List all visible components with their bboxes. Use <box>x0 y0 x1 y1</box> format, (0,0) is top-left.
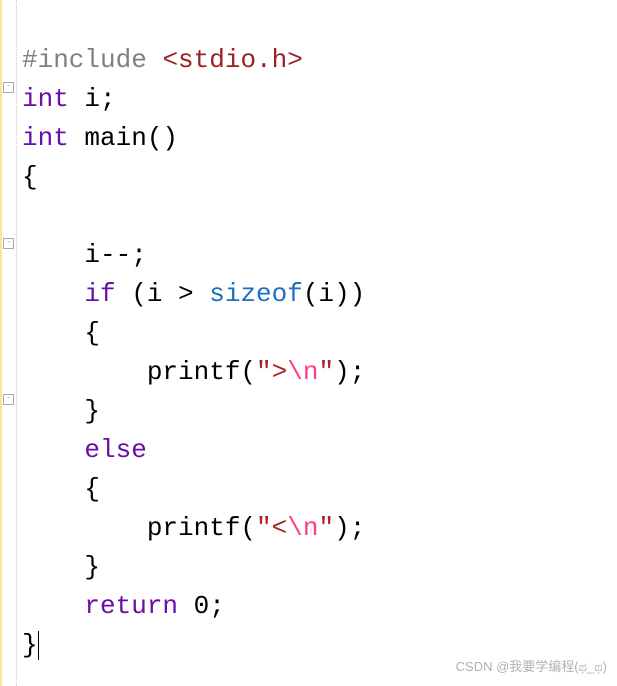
line-7: if (i > sizeof(i)) <box>22 279 365 309</box>
else-keyword: else <box>22 435 147 465</box>
line-9: printf(">\n"); <box>22 357 365 387</box>
line-4: { <box>22 162 38 192</box>
line-8: { <box>22 318 100 348</box>
brace-open: { <box>22 162 38 192</box>
line-10: } <box>22 396 100 426</box>
fold-main-icon[interactable]: - <box>3 82 14 93</box>
int-keyword: int <box>22 84 69 114</box>
cursor-icon <box>38 631 39 660</box>
line-6: i--; <box>22 240 147 270</box>
header-name: <stdio.h> <box>162 45 302 75</box>
fold-else-icon[interactable]: - <box>3 394 14 405</box>
line-15: return 0; <box>22 591 225 621</box>
line-2: int i; <box>22 84 116 114</box>
line-12: { <box>22 474 100 504</box>
gutter: - - - <box>0 0 17 686</box>
fold-if-icon[interactable]: - <box>3 238 14 249</box>
line-13: printf("<\n"); <box>22 513 365 543</box>
i-decl: i; <box>69 84 116 114</box>
return-keyword: return <box>22 591 178 621</box>
preprocessor: #include <box>22 45 147 75</box>
sizeof-keyword: sizeof <box>209 279 303 309</box>
int-keyword: int <box>22 123 69 153</box>
line-3: int main() <box>22 123 178 153</box>
line-14: } <box>22 552 100 582</box>
line-16: } <box>22 630 39 660</box>
line-1: #include <stdio.h> <box>22 45 303 75</box>
i-decrement: i--; <box>22 240 147 270</box>
main-decl: main() <box>69 123 178 153</box>
line-11: else <box>22 435 147 465</box>
brace-close: } <box>22 630 38 660</box>
if-keyword: if <box>22 279 116 309</box>
code-editor[interactable]: #include <stdio.h> int i; int main() { i… <box>0 0 617 665</box>
watermark: CSDN @我要学编程(ಥ_ಥ) <box>456 657 607 677</box>
